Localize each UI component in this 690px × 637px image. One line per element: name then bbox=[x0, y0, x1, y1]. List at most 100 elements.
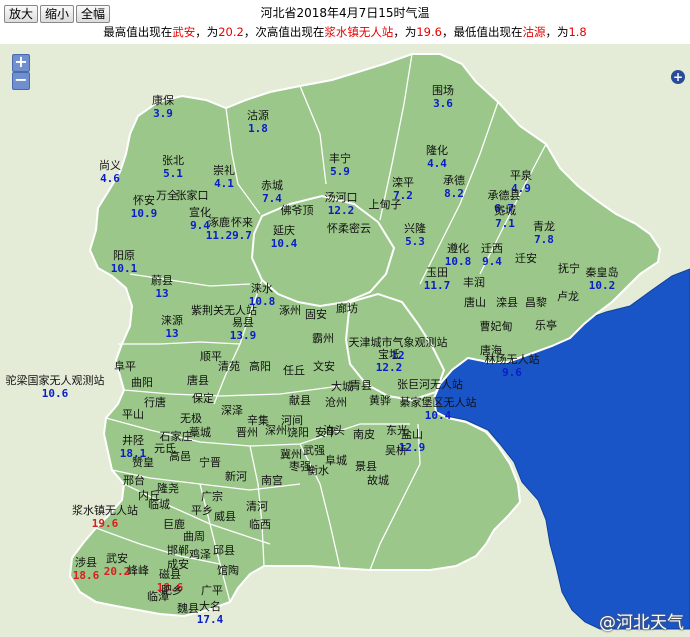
station-label: 石家庄 bbox=[160, 429, 193, 443]
station-label: 宽城7.1 bbox=[494, 203, 516, 230]
station-name: 平山 bbox=[122, 408, 144, 421]
station-label: 黄骅 bbox=[369, 393, 391, 407]
station-name: 密云 bbox=[349, 221, 371, 235]
temperature-value: 4.4 bbox=[427, 157, 447, 170]
station-label: 饶阳 bbox=[287, 426, 309, 439]
station-name: 巨鹿 bbox=[163, 517, 185, 531]
station-label: 平山 bbox=[122, 408, 144, 421]
station-name: 承德 bbox=[443, 173, 465, 187]
max-value: 20.2 bbox=[218, 25, 244, 39]
temperature-value: 3.9 bbox=[153, 107, 173, 120]
min-value: 1.8 bbox=[568, 25, 587, 39]
station-label: 涿州 bbox=[279, 304, 301, 317]
station-label: 张家口 bbox=[176, 188, 209, 202]
temperature-value: 1.8 bbox=[248, 122, 268, 135]
station-label: 迁西9.4 bbox=[481, 242, 503, 268]
temperature-value: 7.4 bbox=[262, 192, 282, 205]
station-label: 张北5.1 bbox=[162, 154, 184, 180]
station-label: 阜平 bbox=[114, 360, 136, 373]
station-name: 行唐 bbox=[144, 395, 166, 409]
station-name: 天津城市气象观测站 bbox=[349, 335, 448, 349]
station-name: 遵化 bbox=[447, 241, 469, 255]
station-label: 曲阳 bbox=[131, 376, 153, 389]
station-label: 隆化4.4 bbox=[426, 143, 448, 170]
station-label: 馆陶 bbox=[217, 563, 239, 577]
subtitle-text-3: ，次高值出现在 bbox=[243, 25, 325, 39]
station-label: 延庆10.4 bbox=[271, 223, 298, 250]
subtitle-text-6: ，为 bbox=[545, 25, 569, 39]
temperature-value: 12.2 bbox=[376, 361, 403, 374]
station-label: 景县 bbox=[355, 460, 377, 473]
max-station: 武安 bbox=[172, 25, 196, 39]
station-label: 广宗 bbox=[201, 489, 223, 503]
weibo-watermark: @河北天气 bbox=[599, 613, 684, 633]
station-name: 乐亭 bbox=[535, 318, 557, 332]
station-name: 邱县 bbox=[213, 544, 235, 557]
station-name: 宁晋 bbox=[199, 455, 221, 469]
station-name: 大名 bbox=[199, 599, 221, 613]
station-name: 康保 bbox=[152, 93, 174, 107]
station-name: 阜城 bbox=[325, 454, 347, 467]
station-name: 临西 bbox=[249, 517, 271, 531]
temperature-value: 3.6 bbox=[433, 97, 453, 110]
station-name: 滦县 bbox=[496, 295, 518, 309]
station-label: 文安 bbox=[313, 359, 335, 373]
station-name: 尚义 bbox=[99, 158, 121, 172]
station-name: 威县 bbox=[214, 510, 236, 523]
station-label: 安平 bbox=[315, 425, 337, 439]
station-name: 藁城 bbox=[189, 426, 211, 439]
temperature-value: 11.7 bbox=[424, 279, 451, 292]
second-station: 浆水镇无人站 bbox=[324, 25, 394, 39]
station-label: 宝坻12.2 bbox=[376, 347, 403, 374]
temperature-value: 5.1 bbox=[163, 167, 183, 180]
temperature-value: 10.8 bbox=[445, 255, 472, 268]
station-name: 佛爷顶 bbox=[281, 203, 314, 217]
pan-control-icon[interactable]: + bbox=[671, 70, 685, 84]
station-label: 任丘 bbox=[283, 364, 305, 377]
station-name: 迁安 bbox=[515, 251, 537, 265]
station-label: 东光 bbox=[386, 423, 408, 437]
station-name: 冀州 bbox=[280, 447, 302, 461]
station-name: 吴桥 bbox=[385, 444, 407, 457]
map-zoom-out-icon[interactable]: − bbox=[12, 72, 30, 90]
station-label: 昌黎 bbox=[525, 295, 547, 309]
temperature-value: 10.1 bbox=[111, 262, 138, 275]
station-label: 迁安 bbox=[515, 251, 537, 265]
station-label: 承德8.2 bbox=[443, 173, 465, 200]
station-name: 唐县 bbox=[187, 373, 209, 387]
station-name: 青龙 bbox=[533, 220, 555, 233]
temperature-value: 10.4 bbox=[271, 237, 298, 250]
station-name: 鸡泽 bbox=[189, 547, 211, 561]
temperature-value: 18.6 bbox=[73, 569, 100, 582]
station-name: 东光 bbox=[386, 423, 408, 437]
station-name: 涞水 bbox=[251, 282, 273, 295]
station-name: 广平 bbox=[201, 584, 223, 597]
station-label: 无极 bbox=[180, 411, 202, 425]
temperature-value: 13 bbox=[155, 287, 168, 300]
station-name: 丰润 bbox=[463, 275, 485, 289]
station-label: 威县 bbox=[214, 510, 236, 523]
temperature-value: 7.8 bbox=[534, 233, 554, 246]
station-name: 围场 bbox=[432, 83, 454, 97]
station-label: 武强 bbox=[303, 444, 325, 457]
station-name: 蔚县 bbox=[151, 274, 173, 287]
station-name: 涞源 bbox=[161, 313, 183, 327]
station-label: 围场3.6 bbox=[432, 83, 454, 110]
temperature-value: 17.4 bbox=[197, 613, 224, 626]
map-canvas: 康保3.9 沽源1.8 围场3.6 尚义4.6 张北5.1 崇礼4.1 丰宁5.9 隆化4.4… bbox=[6, 53, 690, 630]
station-label: 佛爷顶 bbox=[281, 203, 314, 217]
station-label: 怀来9.7 bbox=[231, 216, 253, 242]
station-name: 无极 bbox=[180, 411, 202, 425]
station-label: 行唐 bbox=[144, 395, 166, 409]
station-name: 林场无人站 bbox=[485, 352, 540, 366]
station-label: 尚义4.6 bbox=[99, 158, 121, 185]
station-label: 汤河口12.2 bbox=[325, 190, 358, 217]
station-name: 黄骅 bbox=[369, 393, 391, 407]
station-label: 清河 bbox=[246, 500, 268, 513]
station-name: 邢台 bbox=[123, 473, 145, 487]
station-label: 密云 bbox=[349, 221, 371, 235]
subtitle-text-4: ，为 bbox=[393, 25, 417, 39]
station-label: 驼梁国家无人观测站10.6 bbox=[6, 373, 105, 400]
station-name: 宽城 bbox=[494, 203, 516, 217]
map-view[interactable]: 康保 3.9 沽源 1.8 围场 3.6 尚义 4.6 张北 5.1 崇礼 4.1 丰宁 5.9 隆化 4.4… bbox=[0, 44, 690, 637]
